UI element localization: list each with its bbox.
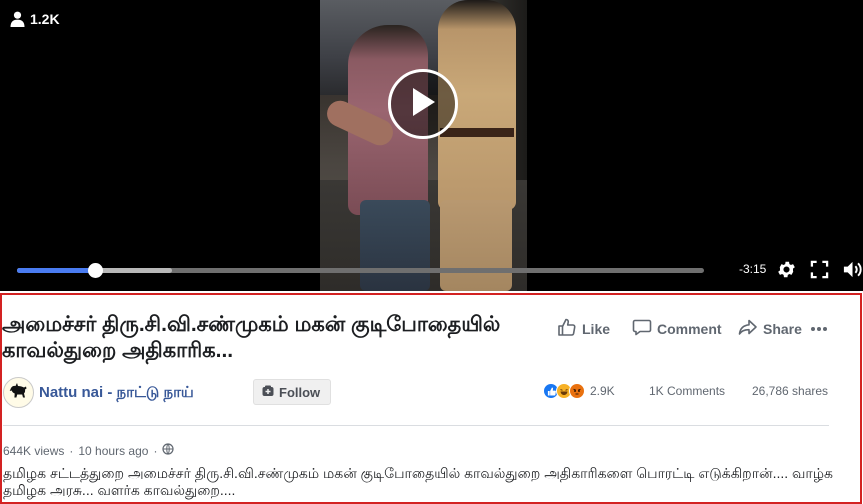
meta-separator: · bbox=[153, 443, 158, 458]
live-viewers: 1.2K bbox=[10, 11, 60, 27]
share-label: Share bbox=[763, 320, 802, 337]
post-timestamp[interactable]: 10 hours ago bbox=[78, 444, 148, 458]
video-player[interactable]: 1.2K -3:15 bbox=[0, 0, 863, 291]
volume-icon[interactable] bbox=[842, 259, 863, 280]
play-button[interactable] bbox=[388, 69, 458, 139]
time-remaining: -3:15 bbox=[739, 262, 767, 276]
angry-reaction-icon bbox=[569, 383, 585, 399]
reaction-count: 2.9K bbox=[590, 384, 615, 398]
post-description: தமிழக சட்டத்துறை அமைச்சர் திரு.சி.வி.சண்… bbox=[3, 465, 833, 498]
page-avatar[interactable] bbox=[3, 377, 34, 408]
page-name-link[interactable]: Nattu nai - நாட்டு நாய் bbox=[39, 384, 194, 403]
post-meta: 644K views · 10 hours ago · bbox=[3, 443, 175, 458]
comment-label: Comment bbox=[657, 320, 722, 337]
ellipsis-icon bbox=[810, 319, 828, 335]
follow-label: Follow bbox=[279, 384, 321, 400]
like-label: Like bbox=[582, 320, 611, 337]
dog-logo-icon bbox=[8, 379, 30, 406]
person-icon bbox=[10, 11, 25, 27]
like-button[interactable]: Like bbox=[557, 317, 610, 340]
video-scene-officer-legs bbox=[440, 200, 512, 291]
shares-count-link[interactable]: 26,786 shares bbox=[752, 384, 828, 398]
share-arrow-icon bbox=[738, 317, 758, 340]
public-globe-icon[interactable] bbox=[162, 443, 175, 458]
progress-played bbox=[17, 268, 95, 273]
video-frame[interactable] bbox=[320, 0, 527, 291]
meta-separator: · bbox=[69, 443, 74, 458]
share-button[interactable]: Share bbox=[738, 317, 802, 340]
comments-count-link[interactable]: 1K Comments bbox=[649, 384, 725, 398]
comment-button[interactable]: Comment bbox=[632, 317, 722, 340]
comment-bubble-icon bbox=[632, 317, 652, 340]
settings-gear-icon[interactable] bbox=[776, 259, 797, 280]
view-count: 644K views bbox=[3, 443, 65, 458]
more-options-button[interactable] bbox=[810, 319, 828, 335]
thumbs-up-icon bbox=[557, 317, 577, 340]
video-scene-man-legs bbox=[360, 200, 430, 291]
post-info-panel: அமைச்சர் திரு.சி.வி.சண்முகம் மகன் குடிபோ… bbox=[0, 293, 862, 504]
play-icon bbox=[410, 87, 436, 122]
video-progress-bar[interactable] bbox=[17, 263, 704, 278]
video-scene-officer-belt bbox=[440, 128, 514, 137]
divider bbox=[3, 425, 829, 426]
follow-plus-icon bbox=[262, 385, 274, 400]
post-title[interactable]: அமைச்சர் திரு.சி.வி.சண்முகம் மகன் குடிபோ… bbox=[2, 312, 542, 364]
reactions-summary[interactable]: 2.9K bbox=[543, 383, 615, 399]
progress-scrubber-handle[interactable] bbox=[87, 263, 103, 278]
fullscreen-icon[interactable] bbox=[810, 260, 829, 279]
follow-button[interactable]: Follow bbox=[253, 379, 332, 405]
viewer-count: 1.2K bbox=[30, 11, 60, 27]
